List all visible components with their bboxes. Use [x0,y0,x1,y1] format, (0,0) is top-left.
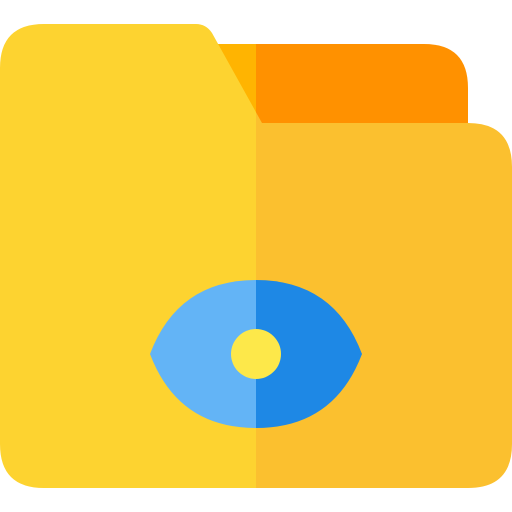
folder-eye-svg [0,24,512,488]
eye-pupil [231,329,281,379]
folder-eye-icon [0,0,512,512]
